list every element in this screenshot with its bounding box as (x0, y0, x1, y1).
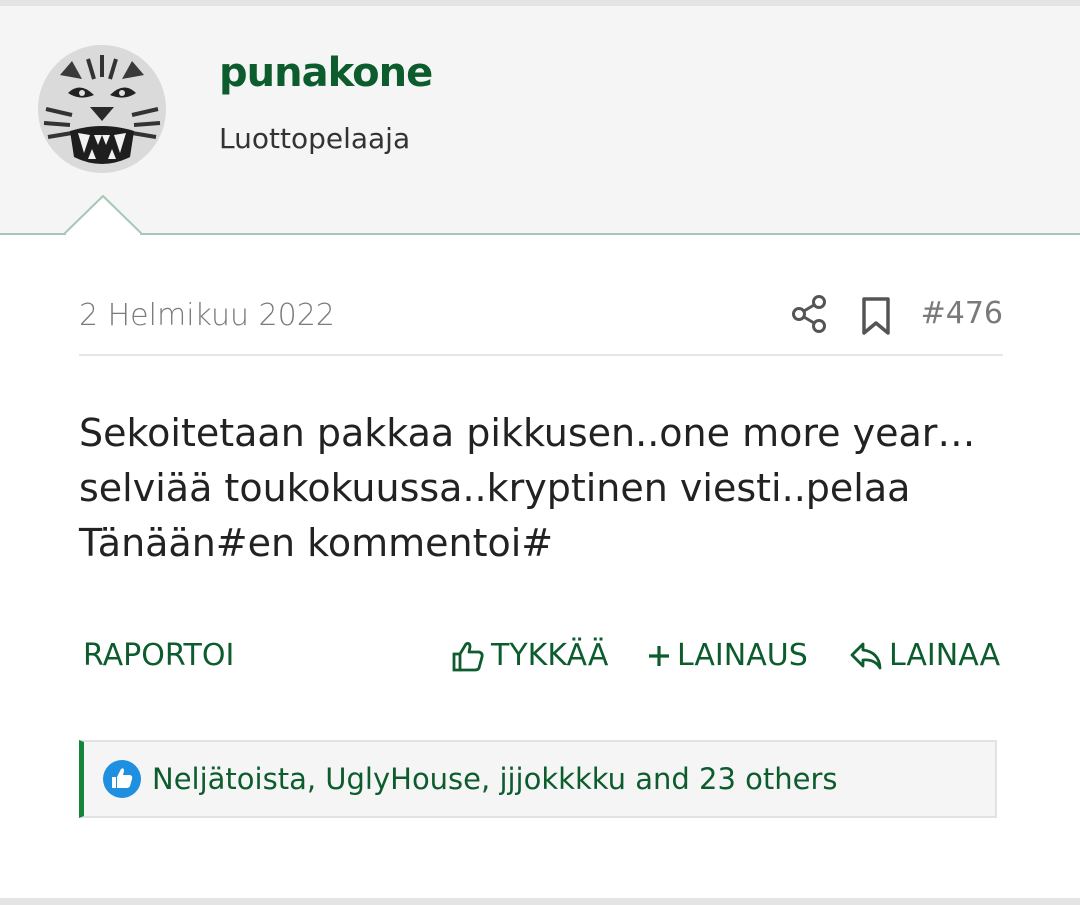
report-label: RAPORTOI (83, 638, 235, 673)
multiquote-label: LAINAUS (677, 638, 808, 673)
username-link[interactable]: punakone (219, 50, 433, 96)
post-user-header: punakone Luottopelaaja (0, 6, 1080, 235)
reactions-list-link[interactable]: Neljätoista, UglyHouse, jjjokkkku and 23… (152, 762, 838, 796)
tiger-face-avatar-icon (38, 45, 166, 173)
like-label: TYKKÄÄ (491, 638, 609, 673)
forum-post: punakone Luottopelaaja 2 Helmikuu 2022 #… (0, 6, 1080, 898)
post-meta: 2 Helmikuu 2022 #476 (79, 288, 1003, 356)
reply-arrow-icon (850, 642, 882, 669)
post-actions: RAPORTOI TYKKÄÄ LAINAUS LAINAA (79, 638, 1003, 686)
user-title: Luottopelaaja (219, 122, 411, 155)
share-icon[interactable] (791, 294, 829, 334)
plus-icon (649, 645, 669, 666)
multiquote-button[interactable]: LAINAUS (647, 638, 808, 673)
user-avatar[interactable] (38, 45, 166, 173)
quote-label: LAINAA (889, 638, 1001, 673)
report-button[interactable]: RAPORTOI (83, 638, 234, 673)
reactions-bar: Neljätoista, UglyHouse, jjjokkkku and 23… (79, 740, 997, 818)
quote-button[interactable]: LAINAA (849, 638, 1000, 673)
speech-arrow (64, 195, 142, 235)
thumbs-up-badge-icon (103, 760, 141, 798)
thumbs-up-icon (452, 641, 484, 671)
post-date[interactable]: 2 Helmikuu 2022 (79, 298, 335, 333)
bookmark-icon[interactable] (859, 296, 893, 336)
post-body-text: Sekoitetaan pakkaa pikkusen..one more ye… (79, 411, 976, 565)
post-number-link[interactable]: #476 (921, 296, 1003, 331)
like-button[interactable]: TYKKÄÄ (451, 638, 608, 673)
